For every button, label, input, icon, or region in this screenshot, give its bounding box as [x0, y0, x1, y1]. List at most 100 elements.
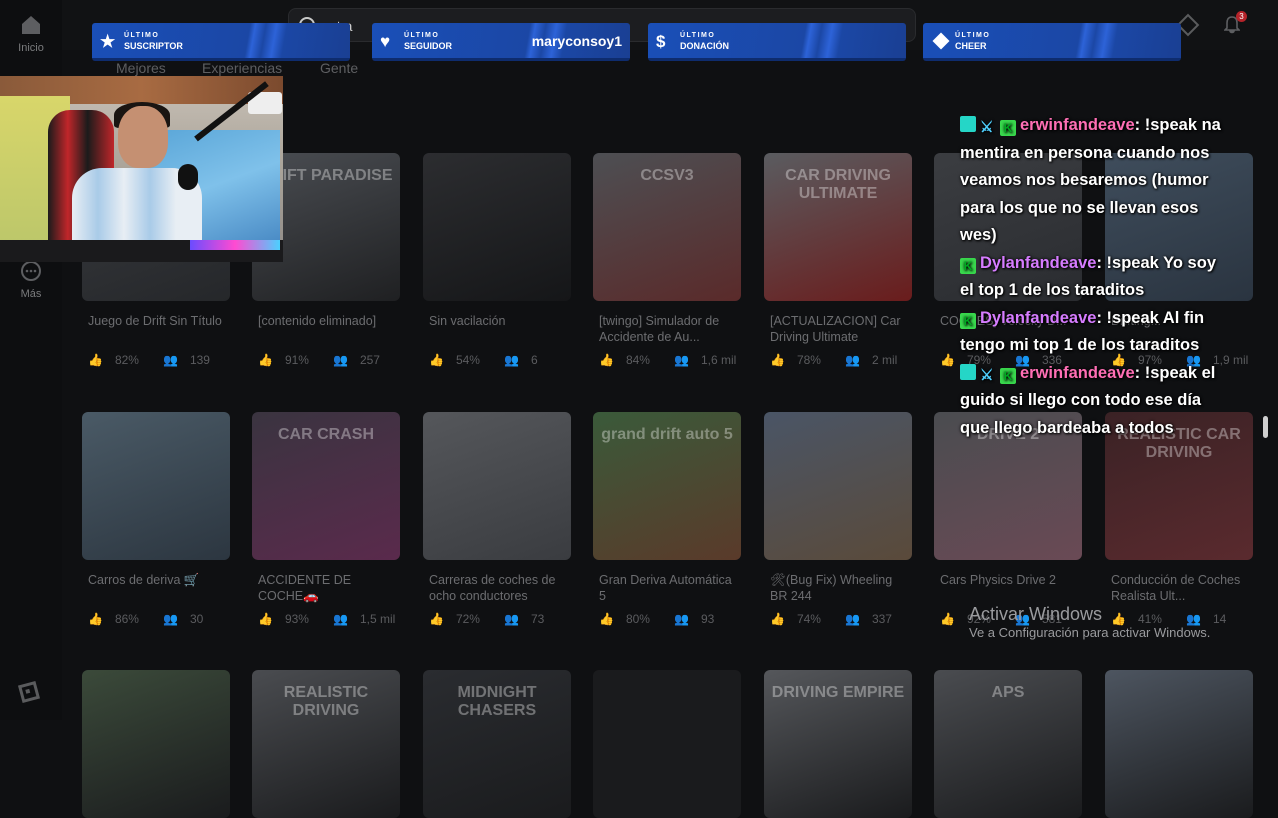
- game-stats: 👍 80% 👥 93: [593, 612, 741, 626]
- thumbs-up-icon: 👍: [940, 353, 955, 367]
- game-card[interactable]: CCSV3 [twingo] Simulador de Accidente de …: [593, 153, 741, 367]
- game-title[interactable]: Sin vacilación: [423, 313, 571, 345]
- badge-icon: [960, 116, 976, 132]
- kick-badge-icon: K: [960, 257, 976, 274]
- game-card[interactable]: REALISTIC CAR DRIVING Conducción de Coche…: [1105, 412, 1253, 626]
- sidebar-item-home[interactable]: Inicio: [0, 14, 62, 54]
- game-stats: 👍 84% 👥 1,6 mil: [593, 353, 741, 367]
- thumbs-up-icon: 👍: [88, 612, 103, 626]
- game-card[interactable]: [82, 670, 230, 818]
- game-thumbnail[interactable]: CAR CRASH: [252, 412, 400, 560]
- chat-username: Dylanfandeave: [980, 253, 1097, 272]
- watermark-title: Activar Windows: [969, 604, 1103, 624]
- roblox-logo-icon[interactable]: [17, 680, 41, 704]
- game-thumbnail[interactable]: [764, 412, 912, 560]
- more-icon: [21, 261, 41, 281]
- game-card[interactable]: CAR CRASH ACCIDENTE DE COCHE🚗 👍 93% 👥 1,5 mil: [252, 412, 400, 626]
- sword-badge-icon: ⚔: [980, 366, 994, 384]
- tab-experiencias[interactable]: Experiencias: [202, 60, 282, 76]
- sidebar-item-label: Más: [20, 288, 42, 300]
- game-title[interactable]: Gran Deriva Automática 5: [593, 572, 741, 604]
- player-count: 139: [189, 353, 210, 367]
- game-card[interactable]: MIDNIGHT CHASERS: [423, 670, 571, 818]
- thumbnail-text: CAR DRIVING ULTIMATE: [785, 167, 891, 202]
- game-card[interactable]: Sin vacilación 👍 54% 👥 6: [423, 153, 571, 367]
- game-card[interactable]: 🛠(Bug Fix) Wheeling BR 244 👍 74% 👥 337: [764, 412, 912, 626]
- dollar-icon: $: [656, 32, 666, 51]
- microphone: [178, 164, 198, 190]
- player-count: 6: [530, 353, 538, 367]
- star-icon: ★: [100, 32, 116, 51]
- game-card[interactable]: APS: [934, 670, 1082, 818]
- game-title[interactable]: [contenido eliminado]: [252, 313, 400, 345]
- alert-last-cheer: ÚLTIMO CHEER: [923, 23, 1181, 61]
- home-icon: [22, 16, 40, 34]
- alert-last-subscriber: ★ ÚLTIMO SUSCRIPTOR: [92, 23, 350, 61]
- thumbs-up-icon: 👍: [599, 612, 614, 626]
- game-card[interactable]: CAR DRIVING ULTIMATE [ACTUALIZACION] Car …: [764, 153, 912, 367]
- player-count: 2 mil: [871, 353, 898, 367]
- game-title[interactable]: [ACTUALIZACION] Car Driving Ultimate: [764, 313, 912, 345]
- game-thumbnail[interactable]: [423, 412, 571, 560]
- game-thumbnail[interactable]: MIDNIGHT CHASERS: [423, 670, 571, 818]
- game-title[interactable]: Cars Physics Drive 2: [934, 572, 1082, 604]
- players-icon: 👥: [844, 612, 860, 626]
- like-ratio: 72%: [455, 612, 480, 626]
- game-title[interactable]: 🛠(Bug Fix) Wheeling BR 244: [764, 572, 912, 604]
- diamond-icon: [932, 32, 950, 50]
- game-thumbnail[interactable]: REALISTIC DRIVING: [252, 670, 400, 818]
- thumbs-up-icon: 👍: [599, 353, 614, 367]
- players-icon: 👥: [162, 612, 178, 626]
- sidebar-item-more[interactable]: Más: [0, 260, 62, 300]
- thumbnail-text: DRIVING EMPIRE: [771, 684, 905, 701]
- alert-small-label: ÚLTIMO: [404, 32, 440, 39]
- game-stats: 👍 86% 👥 30: [82, 612, 230, 626]
- players-icon: 👥: [503, 612, 519, 626]
- game-thumbnail[interactable]: [423, 153, 571, 301]
- game-thumbnail[interactable]: grand drift auto 5: [593, 412, 741, 560]
- sword-badge-icon: ⚔: [980, 119, 994, 136]
- game-title[interactable]: [twingo] Simulador de Accidente de Au...: [593, 313, 741, 345]
- tab-gente[interactable]: Gente: [320, 60, 358, 76]
- game-card[interactable]: Carreras de coches de ocho conductores 👍 7…: [423, 412, 571, 626]
- thumbnail-text: grand drift auto 5: [601, 426, 733, 443]
- game-thumbnail[interactable]: [593, 670, 741, 818]
- thumbnail-text: CAR CRASH: [278, 426, 374, 443]
- game-stats: 👍 72% 👥 73: [423, 612, 571, 626]
- game-thumbnail[interactable]: CAR DRIVING ULTIMATE: [764, 153, 912, 301]
- thumbnail-text: APS: [991, 684, 1025, 701]
- game-thumbnail[interactable]: [82, 412, 230, 560]
- alert-small-label: ÚLTIMO: [680, 32, 716, 39]
- game-card[interactable]: REALISTIC DRIVING: [252, 670, 400, 818]
- player-count: 1,6 mil: [700, 353, 737, 367]
- players-icon: 👥: [503, 353, 519, 367]
- game-card[interactable]: DRIVE 2 Cars Physics Drive 2 👍 92% 👥 581: [934, 412, 1082, 626]
- game-card[interactable]: Carros de deriva 🛒 👍 86% 👥 30: [82, 412, 230, 626]
- game-card[interactable]: [1105, 670, 1253, 818]
- game-title[interactable]: Carros de deriva 🛒: [82, 572, 230, 604]
- game-title[interactable]: Juego de Drift Sin Título: [82, 313, 230, 345]
- scrollbar[interactable]: [1263, 416, 1268, 438]
- game-thumbnail[interactable]: APS: [934, 670, 1082, 818]
- game-title[interactable]: ACCIDENTE DE COCHE🚗: [252, 572, 400, 604]
- like-ratio: 84%: [625, 353, 650, 367]
- tab-mejores[interactable]: Mejores: [116, 60, 166, 76]
- game-thumbnail[interactable]: [1105, 670, 1253, 818]
- game-thumbnail[interactable]: DRIVING EMPIRE: [764, 670, 912, 818]
- game-card[interactable]: grand drift auto 5 Gran Deriva Automática…: [593, 412, 741, 626]
- game-card[interactable]: DRIVING EMPIRE: [764, 670, 912, 818]
- alert-small-label: ÚLTIMO: [124, 32, 160, 39]
- like-ratio: 86%: [114, 612, 139, 626]
- like-ratio: 54%: [455, 353, 480, 367]
- thumbnail-text: MIDNIGHT CHASERS: [457, 684, 537, 719]
- game-thumbnail[interactable]: [82, 670, 230, 818]
- thumbs-up-icon: 👍: [770, 353, 785, 367]
- alert-big-label: SUSCRIPTOR: [124, 41, 183, 51]
- game-title[interactable]: Carreras de coches de ocho conductores: [423, 572, 571, 604]
- game-title[interactable]: Conducción de Coches Realista Ult...: [1105, 572, 1253, 604]
- thumbnail-text: REALISTIC DRIVING: [283, 684, 369, 719]
- game-card[interactable]: [593, 670, 741, 818]
- game-thumbnail[interactable]: CCSV3: [593, 153, 741, 301]
- notification-badge: 3: [1236, 11, 1247, 22]
- player-count: 14: [1212, 612, 1227, 626]
